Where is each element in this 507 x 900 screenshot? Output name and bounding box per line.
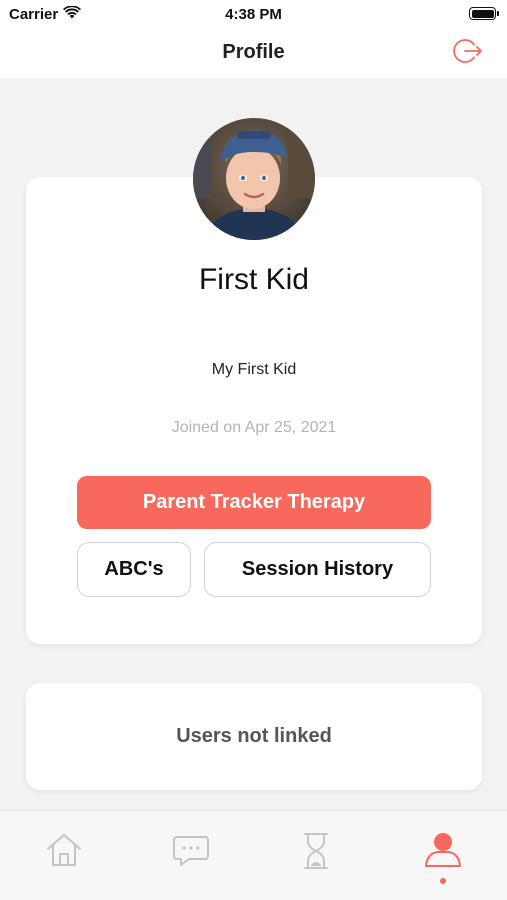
battery-icon <box>469 7 499 20</box>
profile-subtitle: My First Kid <box>211 361 297 378</box>
abc-button[interactable]: ABC's <box>77 542 191 597</box>
hourglass-icon <box>296 831 336 876</box>
tab-messages[interactable] <box>161 831 221 891</box>
session-history-button[interactable]: Session History <box>204 542 431 597</box>
logout-icon <box>452 35 484 72</box>
linked-users-card: Users not linked <box>26 683 482 790</box>
linked-users-message: Users not linked <box>176 725 332 747</box>
tab-sessions[interactable] <box>286 831 346 891</box>
profile-icon <box>423 831 463 874</box>
tab-home[interactable] <box>34 831 94 891</box>
status-time: 4:38 PM <box>225 6 282 23</box>
active-tab-indicator <box>440 878 446 884</box>
status-bar: Carrier 4:38 PM <box>0 0 507 30</box>
profile-name: First Kid <box>198 263 309 296</box>
avatar <box>193 118 315 240</box>
page-title: Profile <box>222 41 285 63</box>
tab-profile[interactable] <box>413 831 473 891</box>
joined-date: Joined on Apr 25, 2021 <box>171 419 337 436</box>
nav-bar: Profile <box>0 30 507 78</box>
tab-bar <box>0 810 507 900</box>
chat-icon <box>171 831 211 874</box>
home-icon <box>44 831 84 874</box>
parent-tracker-therapy-button[interactable]: Parent Tracker Therapy <box>77 476 431 529</box>
logout-button[interactable] <box>451 36 485 70</box>
